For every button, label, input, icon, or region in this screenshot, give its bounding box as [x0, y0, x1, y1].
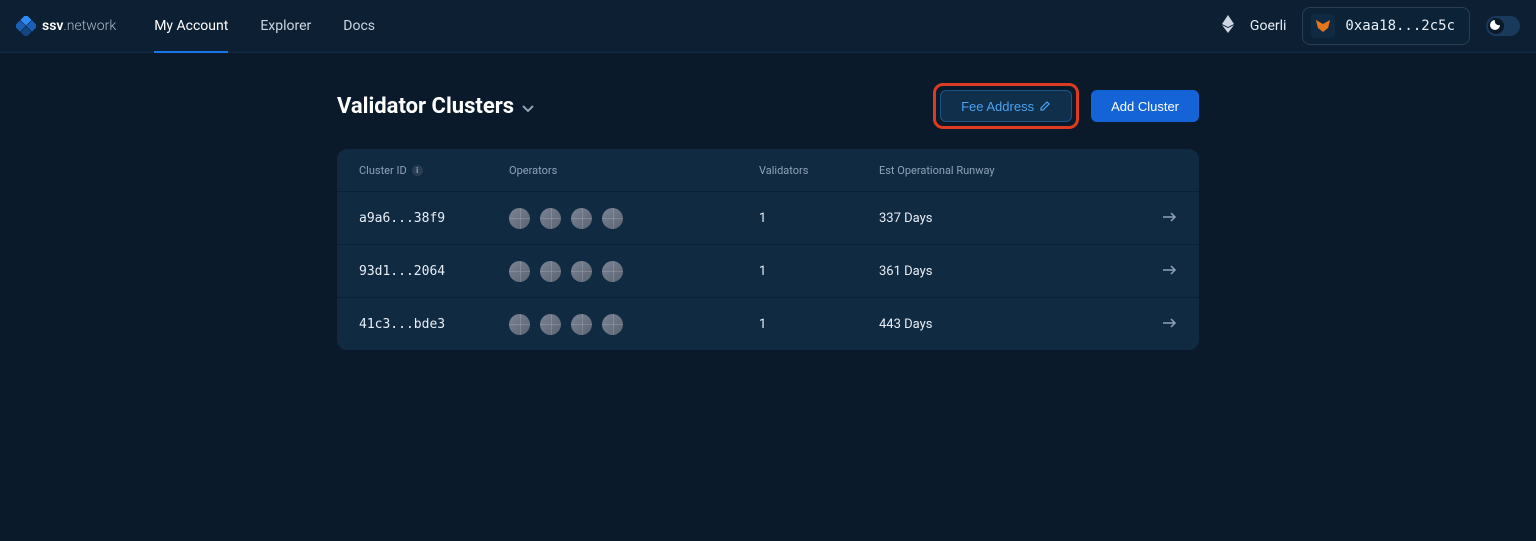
brand-text: ssv.network	[42, 18, 116, 34]
cluster-id-cell: 93d1...2064	[359, 264, 509, 279]
operator-avatar-icon	[509, 208, 530, 229]
cluster-id-cell: a9a6...38f9	[359, 211, 509, 226]
runway-cell: 443 Days	[879, 317, 1079, 332]
runway-cell: 337 Days	[879, 211, 1079, 226]
runway-cell: 361 Days	[879, 264, 1079, 279]
validators-cell: 1	[759, 264, 879, 279]
theme-toggle[interactable]	[1486, 16, 1520, 36]
operator-avatar-icon	[571, 314, 592, 335]
operator-avatar-icon	[540, 261, 561, 282]
operator-avatar-icon	[540, 208, 561, 229]
col-operators: Operators	[509, 164, 759, 177]
top-nav-bar: ssv.network My Account Explorer Docs Goe…	[0, 0, 1536, 53]
edit-icon	[1040, 99, 1051, 114]
page-title[interactable]: Validator Clusters	[337, 94, 534, 119]
col-cluster-id: Cluster ID i	[359, 164, 509, 177]
fee-address-button[interactable]: Fee Address	[940, 90, 1072, 122]
table-header: Cluster ID i Operators Validators Est Op…	[337, 149, 1199, 191]
arrow-right-icon	[1079, 317, 1177, 332]
nav-docs[interactable]: Docs	[329, 0, 389, 53]
col-runway: Est Operational Runway	[879, 164, 1079, 177]
table-row[interactable]: a9a6...38f9 1337 Days	[337, 191, 1199, 244]
table-row[interactable]: 41c3...bde3 1443 Days	[337, 297, 1199, 350]
brand-logo[interactable]: ssv.network	[16, 16, 116, 36]
nav-explorer[interactable]: Explorer	[246, 0, 325, 53]
main-nav: My Account Explorer Docs	[140, 0, 389, 53]
wallet-address: 0xaa18...2c5c	[1345, 18, 1455, 34]
operator-avatar-icon	[602, 208, 623, 229]
ethereum-icon	[1222, 15, 1234, 37]
clusters-table: Cluster ID i Operators Validators Est Op…	[337, 149, 1199, 350]
metamask-icon	[1311, 14, 1335, 38]
ssv-logo-icon	[16, 16, 36, 36]
nav-my-account[interactable]: My Account	[140, 0, 242, 53]
info-icon[interactable]: i	[412, 165, 423, 176]
operator-avatar-icon	[602, 261, 623, 282]
arrow-right-icon	[1079, 264, 1177, 279]
validators-cell: 1	[759, 211, 879, 226]
cluster-id-cell: 41c3...bde3	[359, 317, 509, 332]
operators-cell	[509, 314, 759, 335]
page-header: Validator Clusters Fee Address Add Clust…	[337, 83, 1199, 129]
operator-avatar-icon	[509, 261, 530, 282]
chevron-down-icon	[522, 94, 534, 119]
wallet-button[interactable]: 0xaa18...2c5c	[1302, 7, 1470, 45]
operators-cell	[509, 208, 759, 229]
operator-avatar-icon	[571, 261, 592, 282]
network-selector[interactable]: Goerli	[1250, 18, 1287, 34]
operator-avatar-icon	[571, 208, 592, 229]
fee-address-highlight: Fee Address	[933, 83, 1079, 129]
moon-icon	[1490, 20, 1500, 33]
table-row[interactable]: 93d1...2064 1361 Days	[337, 244, 1199, 297]
add-cluster-button[interactable]: Add Cluster	[1091, 90, 1199, 122]
operators-cell	[509, 261, 759, 282]
operator-avatar-icon	[509, 314, 530, 335]
operator-avatar-icon	[602, 314, 623, 335]
arrow-right-icon	[1079, 211, 1177, 226]
validators-cell: 1	[759, 317, 879, 332]
operator-avatar-icon	[540, 314, 561, 335]
col-validators: Validators	[759, 164, 879, 177]
